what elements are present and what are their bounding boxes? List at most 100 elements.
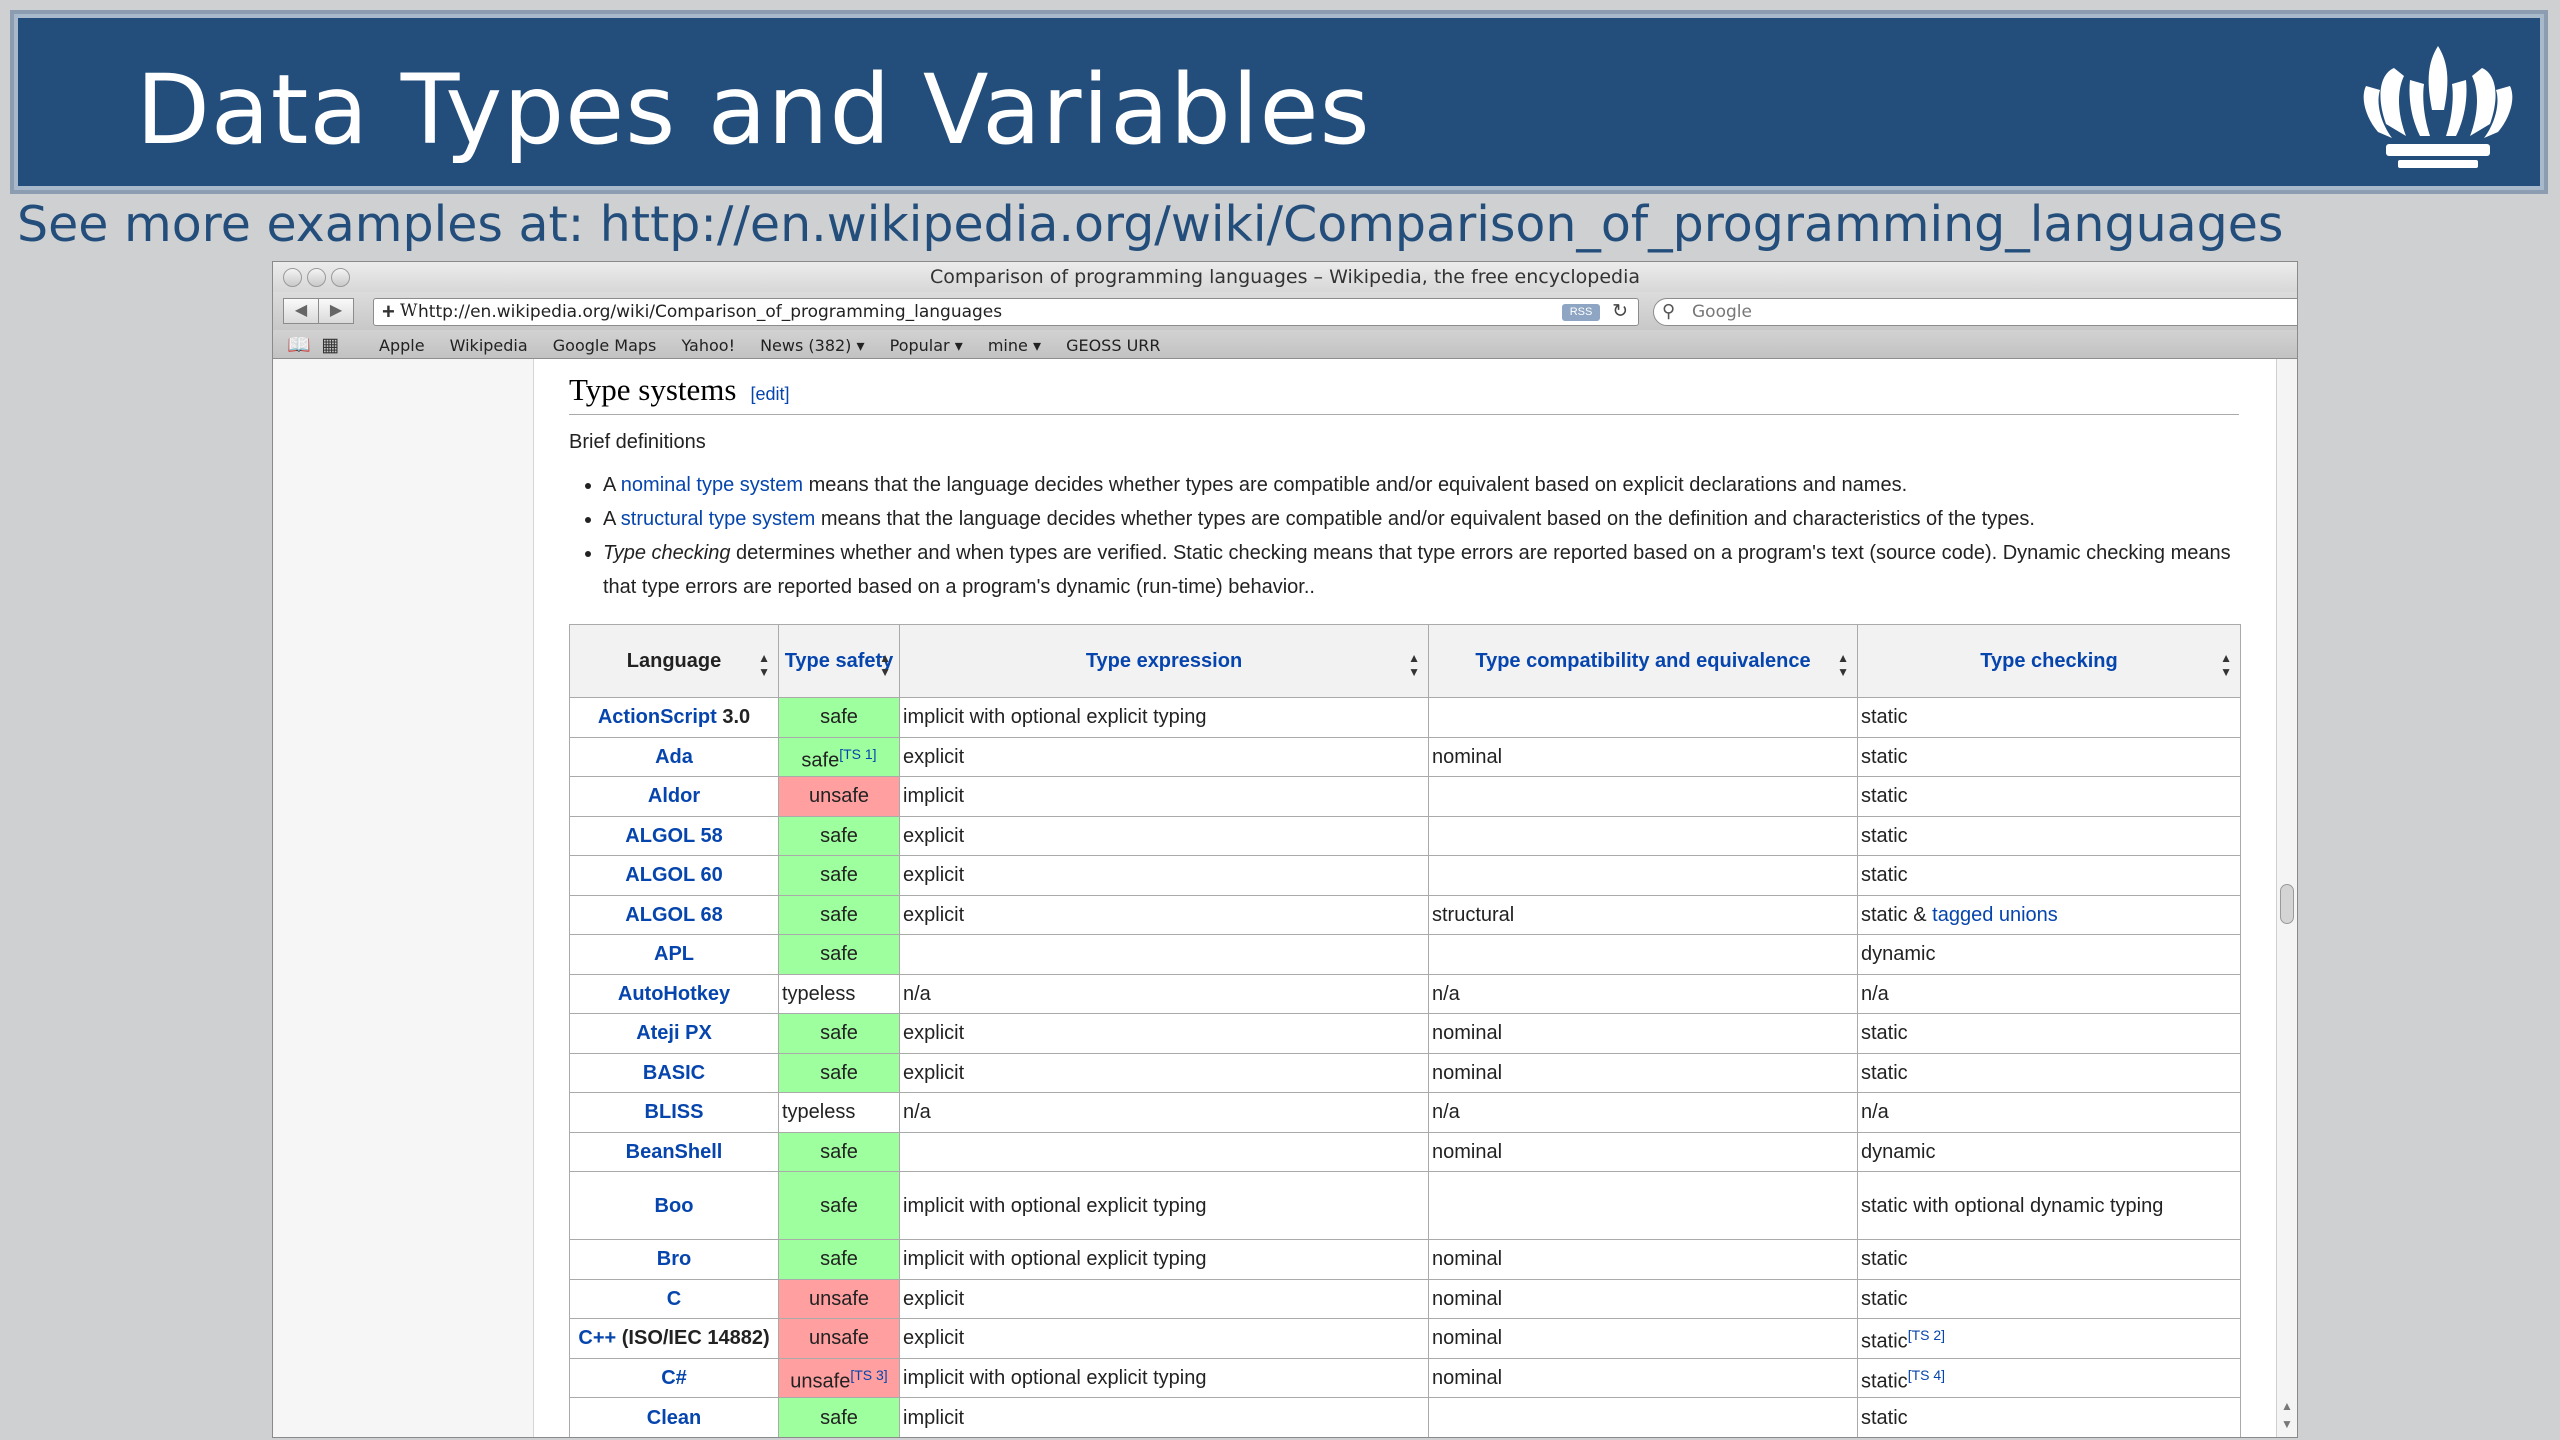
book-icon[interactable]: 📖 (287, 335, 311, 356)
minimize-window-button[interactable] (307, 268, 326, 287)
page-scrollbar[interactable]: ▲ ▼ (2276, 359, 2297, 1437)
type-expression-cell: implicit (899, 1397, 1429, 1437)
close-window-button[interactable] (283, 268, 302, 287)
language-cell[interactable]: Ateji PX (569, 1013, 779, 1054)
language-cell[interactable]: C# (569, 1357, 779, 1399)
forward-button[interactable]: ▶ (318, 298, 354, 324)
bookmark-google-maps[interactable]: Google Maps (553, 336, 657, 355)
reload-icon[interactable]: ↻ (1612, 300, 1628, 323)
table-row: Clean safe implicit static (569, 1397, 2241, 1437)
bookmark-mine[interactable]: mine ▾ (988, 336, 1041, 355)
type-compatibility-cell: structural (1428, 894, 1858, 936)
bookmark-yahoo[interactable]: Yahoo! (681, 336, 735, 355)
reference-link[interactable]: [TS 3] (850, 1367, 887, 1383)
language-cell[interactable]: ActionScript 3.0 (569, 697, 779, 738)
header-type-compatibility[interactable]: Type compatibility and equivalence ▲ ▼ (1428, 624, 1858, 698)
header-type-safety[interactable]: Type safety ▲ ▼ (778, 624, 900, 698)
header-language[interactable]: Language ▲ ▼ (569, 624, 779, 698)
type-expression-cell: explicit (899, 1318, 1429, 1359)
type-checking-cell: static[TS 4] (1857, 1357, 2241, 1399)
language-link[interactable]: Boo (655, 1195, 694, 1217)
type-safety-cell: typeless (778, 973, 900, 1015)
scroll-up-arrow-icon[interactable]: ▲ (2281, 1399, 2293, 1413)
reference-link[interactable]: [TS 1] (839, 746, 876, 762)
type-expression-cell: implicit with optional explicit typing (899, 697, 1429, 738)
back-button[interactable]: ◀ (283, 298, 319, 324)
tagged-unions-link[interactable]: tagged unions (1932, 904, 2058, 926)
table-row: Bro safe implicit with optional explicit t… (569, 1239, 2241, 1280)
bookmark-popular[interactable]: Popular ▾ (890, 336, 963, 355)
table-row: ALGOL 60 safe explicit static (569, 855, 2241, 896)
language-cell[interactable]: BeanShell (569, 1131, 779, 1173)
language-cell[interactable]: C (569, 1278, 779, 1320)
table-row: Cunsafe explicit nominal static (569, 1278, 2241, 1320)
address-text[interactable]: http://en.wikipedia.org/wiki/Comparison_… (418, 302, 1002, 322)
sort-icon[interactable]: ▲ ▼ (1837, 651, 1849, 679)
language-link[interactable]: Aldor (648, 785, 700, 807)
reference-link[interactable]: [TS 2] (1908, 1327, 1945, 1343)
language-cell[interactable]: Boo (569, 1171, 779, 1241)
language-cell[interactable]: Aldor (569, 776, 779, 817)
bookmark-wikipedia[interactable]: Wikipedia (450, 336, 528, 355)
sort-icon[interactable]: ▲ ▼ (879, 651, 891, 679)
language-link[interactable]: C (667, 1288, 681, 1310)
language-link[interactable]: APL (654, 943, 694, 965)
language-link[interactable]: BeanShell (626, 1141, 723, 1163)
wikipedia-favicon-icon: W (400, 301, 418, 321)
bookmark-apple[interactable]: Apple (379, 336, 425, 355)
language-link[interactable]: ALGOL 60 (625, 864, 722, 886)
type-compatibility-cell (1428, 1171, 1858, 1241)
language-link[interactable]: BLISS (645, 1101, 704, 1123)
type-safety-cell: safe (778, 1052, 900, 1094)
language-cell[interactable]: C++ (ISO/IEC 14882) (569, 1318, 779, 1359)
reference-link[interactable]: [TS 4] (1908, 1367, 1945, 1383)
language-link[interactable]: Ateji PX (636, 1022, 712, 1044)
grid-icon[interactable]: ▦ (321, 335, 339, 356)
language-link[interactable]: ALGOL 68 (625, 904, 722, 926)
search-field[interactable]: ⚲ Google (1653, 298, 2297, 326)
language-cell[interactable]: BASIC (569, 1052, 779, 1094)
add-bookmark-icon[interactable]: + (382, 299, 395, 325)
language-link[interactable]: BASIC (643, 1062, 705, 1084)
type-safety-cell: safe (778, 1239, 900, 1280)
zoom-window-button[interactable] (331, 268, 350, 287)
language-link[interactable]: ActionScript (598, 706, 717, 728)
sort-icon[interactable]: ▲ ▼ (758, 651, 770, 679)
bookmark-geoss-urr[interactable]: GEOSS URR (1066, 336, 1160, 355)
sort-icon[interactable]: ▲ ▼ (2220, 651, 2232, 679)
language-link[interactable]: Clean (647, 1407, 701, 1429)
language-cell[interactable]: ALGOL 58 (569, 815, 779, 857)
sort-icon[interactable]: ▲ ▼ (1408, 651, 1420, 679)
nominal-type-system-link[interactable]: nominal type system (621, 474, 803, 496)
header-type-checking[interactable]: Type checking ▲ ▼ (1857, 624, 2241, 698)
structural-type-system-link[interactable]: structural type system (621, 508, 816, 530)
language-link[interactable]: AutoHotkey (618, 983, 730, 1005)
bookmark-news[interactable]: News (382) ▾ (760, 336, 864, 355)
language-cell[interactable]: AutoHotkey (569, 973, 779, 1015)
language-link[interactable]: Ada (655, 746, 693, 768)
type-safety-cell: safe (778, 815, 900, 857)
language-cell[interactable]: ALGOL 68 (569, 894, 779, 936)
type-compatibility-cell: nominal (1428, 1239, 1858, 1280)
type-expression-cell (899, 934, 1429, 975)
language-cell[interactable]: BLISS (569, 1092, 779, 1133)
language-link[interactable]: C++ (578, 1327, 616, 1349)
language-link[interactable]: C# (661, 1367, 687, 1389)
header-type-expression[interactable]: Type expression ▲ ▼ (899, 624, 1429, 698)
edit-link[interactable]: [edit] (750, 384, 789, 404)
language-link[interactable]: ALGOL 58 (625, 825, 722, 847)
type-compatibility-cell (1428, 697, 1858, 738)
type-checking-cell: static with optional dynamic typing (1857, 1171, 2241, 1241)
scroll-down-arrow-icon[interactable]: ▼ (2281, 1417, 2293, 1431)
address-bar[interactable]: + W http://en.wikipedia.org/wiki/Compari… (373, 298, 1639, 326)
language-cell[interactable]: Clean (569, 1397, 779, 1437)
table-row: Boo safe implicit with optional explicit t… (569, 1171, 2241, 1241)
language-link[interactable]: Bro (657, 1248, 691, 1270)
language-cell[interactable]: Bro (569, 1239, 779, 1280)
language-cell[interactable]: ALGOL 60 (569, 855, 779, 896)
rss-button[interactable]: RSS (1562, 304, 1600, 321)
type-checking-cell: static (1857, 1397, 2241, 1437)
language-cell[interactable]: APL (569, 934, 779, 975)
scrollbar-thumb[interactable] (2280, 884, 2294, 924)
language-cell[interactable]: Ada (569, 736, 779, 778)
